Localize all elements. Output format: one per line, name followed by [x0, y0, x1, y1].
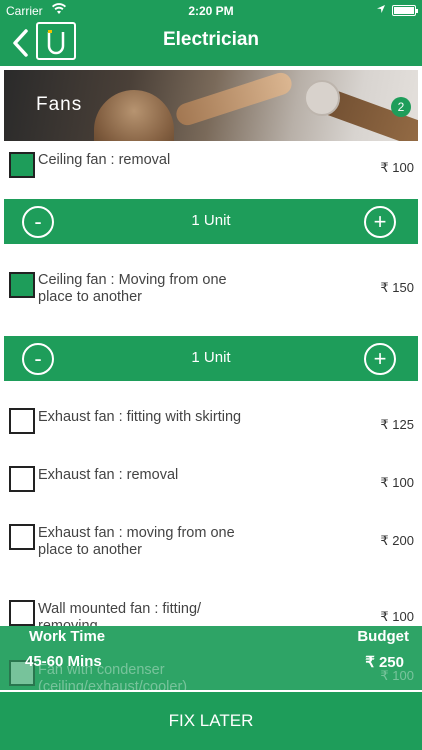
budget-label: Budget [357, 628, 409, 645]
service-item[interactable]: Ceiling fan : removal ₹ 100 [0, 150, 422, 190]
status-bar: Carrier 2:20 PM [0, 0, 422, 22]
service-item[interactable]: Ceiling fan : Moving from one place to a… [0, 270, 422, 320]
quantity-label: 1 Unit [191, 212, 231, 229]
item-label: Exhaust fan : removal [38, 467, 179, 483]
item-price: ₹ 100 [380, 609, 414, 624]
service-item[interactable]: Exhaust fan : moving from one place to a… [0, 523, 422, 573]
battery-icon [392, 4, 418, 16]
page-title: Electrician [162, 29, 260, 50]
item-price: ₹ 150 [380, 280, 414, 295]
service-item[interactable]: Exhaust fan : fitting with skirting ₹ 12… [0, 407, 422, 457]
work-time-label: Work Time [29, 628, 106, 645]
item-checkbox[interactable] [9, 408, 35, 434]
category-banner: Fans 2 [4, 70, 418, 141]
electrician-photo [94, 90, 174, 141]
quantity-stepper: - 1 Unit + [4, 336, 418, 381]
clock: 2:20 PM [188, 4, 234, 18]
item-label: Ceiling fan : removal [38, 152, 171, 168]
category-title: Fans [36, 94, 83, 115]
item-checkbox[interactable] [9, 466, 35, 492]
increase-button[interactable]: + [364, 343, 396, 375]
item-checkbox[interactable] [9, 524, 35, 550]
item-label: Exhaust fan : fitting with skirting [38, 409, 242, 425]
item-checkbox[interactable] [9, 272, 35, 298]
item-price: ₹ 100 [380, 475, 414, 490]
increase-button[interactable]: + [364, 206, 396, 238]
service-item[interactable]: Wall mounted fan : fitting/ removing ₹ 1… [0, 599, 422, 626]
item-price: ₹ 125 [380, 417, 414, 432]
selected-count-badge: 2 [391, 97, 411, 117]
fix-later-button[interactable]: FIX LATER [0, 692, 422, 750]
quantity-label: 1 Unit [191, 349, 231, 366]
item-checkbox[interactable] [9, 152, 35, 178]
item-price: ₹ 200 [380, 533, 414, 548]
item-label: Wall mounted fan : fitting/ removing [38, 601, 202, 626]
nav-bar: Electrician [0, 22, 422, 66]
service-item[interactable]: Exhaust fan : removal ₹ 100 [0, 465, 422, 505]
quantity-stepper: - 1 Unit + [4, 199, 418, 244]
budget-value: ₹ 250 [365, 654, 404, 671]
summary-bar: Fan with condenser (ceiling/exhaust/cool… [0, 626, 422, 695]
item-label: Exhaust fan : moving from one place to a… [38, 525, 235, 558]
item-checkbox[interactable] [9, 600, 35, 626]
item-price: ₹ 100 [380, 160, 414, 175]
work-time-value: 45-60 Mins [25, 653, 102, 670]
item-label: Ceiling fan : Moving from one place to a… [38, 272, 227, 305]
location-icon [376, 3, 386, 17]
